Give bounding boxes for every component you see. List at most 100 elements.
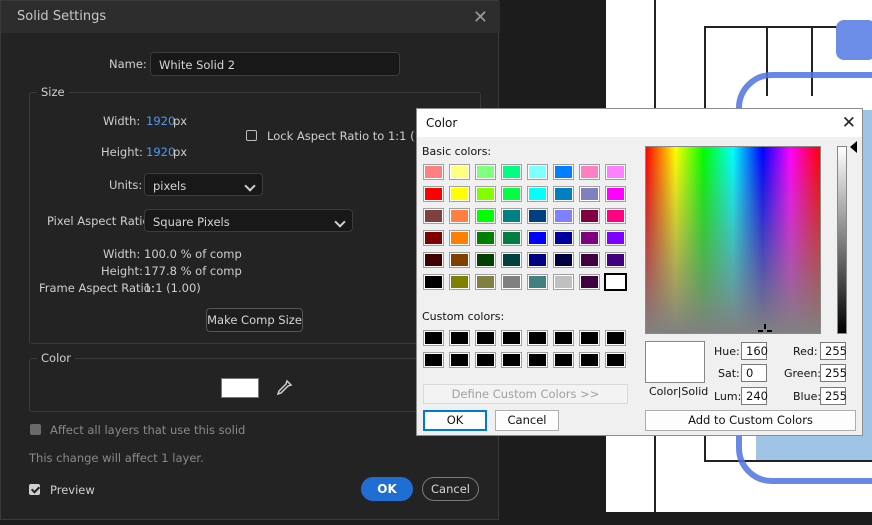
basic-color-swatch[interactable] xyxy=(423,274,444,290)
custom-color-swatch[interactable] xyxy=(475,330,496,346)
blue-input[interactable]: 255 xyxy=(820,387,847,405)
basic-color-swatch[interactable] xyxy=(501,164,522,180)
basic-color-swatch[interactable] xyxy=(449,164,470,180)
height-value[interactable]: 1920 xyxy=(146,145,175,159)
basic-color-swatch[interactable] xyxy=(475,164,496,180)
basic-color-swatch[interactable] xyxy=(605,186,626,202)
basic-color-swatch[interactable] xyxy=(449,274,470,290)
basic-color-swatch[interactable] xyxy=(604,273,627,291)
basic-color-swatch[interactable] xyxy=(449,208,470,224)
custom-color-swatch[interactable] xyxy=(527,330,548,346)
basic-color-swatch[interactable] xyxy=(501,186,522,202)
custom-color-swatch[interactable] xyxy=(423,352,444,368)
color-ok-button[interactable]: OK xyxy=(423,410,487,431)
custom-color-swatch[interactable] xyxy=(423,330,444,346)
basic-color-swatch[interactable] xyxy=(553,274,574,290)
affect-all-checkbox[interactable] xyxy=(30,424,41,435)
basic-color-swatch[interactable] xyxy=(553,252,574,268)
basic-color-swatch[interactable] xyxy=(553,164,574,180)
color-swatch[interactable] xyxy=(221,378,259,398)
luminance-pointer-icon[interactable] xyxy=(850,141,857,153)
ok-button[interactable]: OK xyxy=(361,477,413,501)
dialog-title: Solid Settings xyxy=(17,9,107,24)
custom-color-swatch[interactable] xyxy=(579,352,600,368)
basic-color-swatch[interactable] xyxy=(449,186,470,202)
define-custom-colors-button[interactable]: Define Custom Colors >> xyxy=(423,384,628,404)
close-icon[interactable]: ✕ xyxy=(842,113,856,133)
basic-color-swatch[interactable] xyxy=(553,230,574,246)
custom-color-swatch[interactable] xyxy=(449,352,470,368)
basic-color-swatch[interactable] xyxy=(527,252,548,268)
hue-input[interactable]: 160 xyxy=(741,342,768,360)
basic-color-swatch[interactable] xyxy=(527,208,548,224)
basic-color-swatch[interactable] xyxy=(605,164,626,180)
basic-color-swatch[interactable] xyxy=(553,208,574,224)
basic-color-swatch[interactable] xyxy=(605,208,626,224)
basic-color-swatch[interactable] xyxy=(475,274,496,290)
crosshair-icon xyxy=(758,323,772,333)
width-value[interactable]: 1920 xyxy=(146,114,175,128)
basic-color-swatch[interactable] xyxy=(475,208,496,224)
color-spectrum[interactable] xyxy=(645,146,821,334)
basic-color-swatch[interactable] xyxy=(501,230,522,246)
units-label: Units: xyxy=(109,178,143,192)
basic-color-swatch[interactable] xyxy=(579,208,600,224)
custom-color-swatch[interactable] xyxy=(553,352,574,368)
basic-color-swatch[interactable] xyxy=(423,208,444,224)
luminance-bar[interactable] xyxy=(837,146,847,334)
chevron-down-icon xyxy=(334,216,346,228)
custom-color-swatch[interactable] xyxy=(501,352,522,368)
basic-color-swatch[interactable] xyxy=(605,230,626,246)
lock-aspect-checkbox[interactable] xyxy=(246,130,257,141)
basic-color-swatch[interactable] xyxy=(579,164,600,180)
add-to-custom-colors-button[interactable]: Add to Custom Colors xyxy=(645,410,856,431)
custom-color-swatch[interactable] xyxy=(579,330,600,346)
app-background xyxy=(500,512,872,525)
custom-color-swatch[interactable] xyxy=(501,330,522,346)
basic-color-swatch[interactable] xyxy=(527,186,548,202)
custom-color-swatch[interactable] xyxy=(605,330,626,346)
sat-input[interactable]: 0 xyxy=(741,364,767,382)
basic-colors-label: Basic colors: xyxy=(422,145,492,158)
make-comp-size-button[interactable]: Make Comp Size xyxy=(206,308,303,332)
basic-color-swatch[interactable] xyxy=(579,274,600,290)
custom-color-swatch[interactable] xyxy=(475,352,496,368)
basic-color-swatch[interactable] xyxy=(579,230,600,246)
basic-color-swatch[interactable] xyxy=(501,208,522,224)
color-cancel-button[interactable]: Cancel xyxy=(495,410,559,431)
name-input[interactable]: White Solid 2 xyxy=(150,52,400,76)
units-select[interactable]: pixels xyxy=(144,173,263,196)
eyedropper-icon[interactable] xyxy=(275,379,293,397)
basic-color-swatch[interactable] xyxy=(475,230,496,246)
basic-color-swatch[interactable] xyxy=(449,252,470,268)
basic-color-swatch[interactable] xyxy=(423,164,444,180)
basic-color-swatch[interactable] xyxy=(475,252,496,268)
basic-color-swatch[interactable] xyxy=(423,252,444,268)
width-unit: px xyxy=(173,114,188,128)
basic-color-swatch[interactable] xyxy=(527,230,548,246)
basic-color-swatch[interactable] xyxy=(423,186,444,202)
custom-color-swatch[interactable] xyxy=(449,330,470,346)
custom-color-swatch[interactable] xyxy=(553,330,574,346)
green-input[interactable]: 255 xyxy=(820,364,847,382)
basic-color-swatch[interactable] xyxy=(579,252,600,268)
red-input[interactable]: 255 xyxy=(820,342,847,360)
close-icon[interactable]: ✕ xyxy=(473,7,488,28)
basic-color-swatch[interactable] xyxy=(423,230,444,246)
basic-color-swatch[interactable] xyxy=(501,274,522,290)
basic-color-swatch[interactable] xyxy=(553,186,574,202)
lum-input[interactable]: 240 xyxy=(741,387,768,405)
custom-color-swatch[interactable] xyxy=(605,352,626,368)
green-label: Green: xyxy=(784,367,822,380)
preview-checkbox[interactable] xyxy=(29,484,40,495)
cancel-button[interactable]: Cancel xyxy=(422,477,479,501)
basic-color-swatch[interactable] xyxy=(527,164,548,180)
basic-color-swatch[interactable] xyxy=(527,274,548,290)
basic-color-swatch[interactable] xyxy=(605,252,626,268)
custom-color-swatch[interactable] xyxy=(527,352,548,368)
basic-color-swatch[interactable] xyxy=(475,186,496,202)
basic-color-swatch[interactable] xyxy=(579,186,600,202)
basic-color-swatch[interactable] xyxy=(449,230,470,246)
basic-color-swatch[interactable] xyxy=(501,252,522,268)
pixel-aspect-select[interactable]: Square Pixels xyxy=(144,209,353,232)
